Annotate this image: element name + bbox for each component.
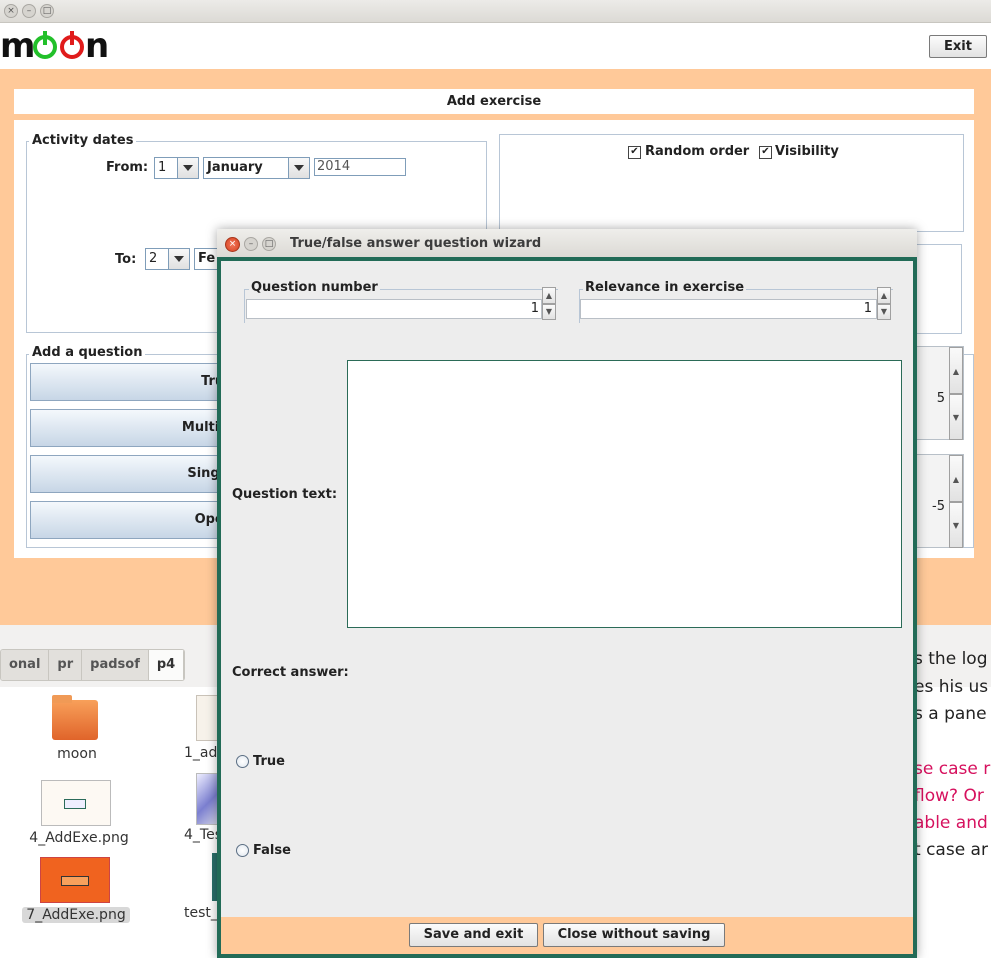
relevance-input[interactable]: 1	[580, 299, 877, 319]
file-item[interactable]: 1_ad	[180, 695, 220, 761]
minimize-icon[interactable]: –	[22, 4, 36, 18]
document-line: s the log	[914, 649, 988, 669]
random-order-checkbox[interactable]: ✔	[628, 146, 641, 159]
path-tab[interactable]: pr	[49, 650, 83, 680]
true-false-wizard-dialog: × – □ True/false answer question wizard …	[217, 229, 917, 958]
spinner-value: -5	[932, 499, 945, 514]
file-item[interactable]: 4_AddExe.png	[24, 780, 134, 846]
file-label: 7_AddExe.png	[22, 907, 130, 923]
close-without-saving-button[interactable]: Close without saving	[543, 923, 725, 947]
chevron-down-icon[interactable]	[177, 158, 198, 178]
to-month-value: Fe	[198, 251, 216, 266]
true-radio-label: True	[253, 754, 285, 769]
dialog-title: True/false answer question wizard	[290, 236, 542, 251]
visibility-label: Visibility	[775, 144, 839, 159]
spin-down-icon[interactable]: ▼	[542, 304, 556, 320]
image-thumbnail-icon	[41, 780, 111, 826]
chevron-down-icon[interactable]	[288, 158, 309, 178]
file-item[interactable]: 4_Tes	[180, 773, 220, 843]
from-month-value: January	[207, 160, 263, 175]
spin-down-icon[interactable]: ▼	[949, 394, 963, 440]
file-label: test_	[184, 905, 218, 921]
to-day-value: 2	[149, 251, 158, 266]
document-line: flow? Or	[914, 786, 984, 806]
file-item[interactable]: test_	[180, 853, 220, 921]
relevance-value: 1	[863, 301, 872, 316]
activity-dates-label: Activity dates	[29, 133, 137, 148]
close-icon[interactable]: ×	[4, 4, 18, 18]
single-choice-question-button[interactable]: Single	[30, 455, 240, 493]
moon-logo: m n moon	[0, 23, 120, 69]
question-number-label: Question number	[249, 280, 380, 295]
svg-text:m: m	[0, 26, 33, 66]
spin-up-icon[interactable]: ▲	[542, 287, 556, 304]
add-question-label: Add a question	[29, 345, 146, 360]
to-label: To:	[115, 252, 137, 267]
path-tab[interactable]: onal	[1, 650, 50, 680]
document-line: se case r	[914, 759, 991, 779]
file-label: 4_AddExe.png	[29, 830, 129, 846]
false-radio-label: False	[253, 843, 291, 858]
document-line: able and	[914, 813, 988, 833]
spin-up-icon[interactable]: ▲	[949, 455, 963, 502]
main-titlebar: × – □	[0, 0, 991, 23]
svg-text:n: n	[85, 26, 107, 66]
open-question-button[interactable]: Open	[30, 501, 240, 539]
add-exercise-title: Add exercise	[14, 89, 974, 114]
exit-button[interactable]: Exit	[929, 35, 987, 58]
dialog-body: Question number 1 ▲ ▼ Relevance in exerc…	[217, 257, 917, 958]
visibility-checkbox[interactable]: ✔	[759, 146, 772, 159]
save-and-exit-button[interactable]: Save and exit	[409, 923, 538, 947]
spin-up-icon[interactable]: ▲	[877, 287, 891, 304]
document-line: s a pane	[914, 704, 987, 724]
file-label: moon	[57, 746, 97, 762]
question-text-area[interactable]	[347, 360, 902, 628]
maximize-icon[interactable]: □	[40, 4, 54, 18]
from-label: From:	[106, 160, 149, 175]
document-line: t case ar	[914, 840, 988, 860]
from-day-select[interactable]: 1	[154, 157, 199, 179]
true-radio[interactable]	[236, 755, 249, 768]
multiple-choice-question-button[interactable]: Multipl	[30, 409, 240, 447]
relevance-label: Relevance in exercise	[583, 280, 747, 295]
dialog-titlebar: × – □ True/false answer question wizard	[217, 229, 917, 257]
maximize-icon[interactable]: □	[262, 237, 276, 251]
true-false-question-button[interactable]: True	[30, 363, 240, 401]
spin-down-icon[interactable]: ▼	[949, 502, 963, 548]
path-bar: onal pr padsof p4	[0, 649, 186, 681]
path-tab[interactable]: padsof	[82, 650, 149, 680]
file-label: 1_ad	[184, 745, 218, 761]
file-item[interactable]: moon	[42, 695, 112, 762]
app-header: m n moon Exit	[0, 23, 991, 69]
chevron-down-icon[interactable]	[168, 249, 189, 269]
file-item-selected[interactable]: 7_AddExe.png	[22, 857, 130, 923]
moon-logo-icon: m n	[0, 26, 109, 66]
close-icon[interactable]: ×	[225, 237, 240, 252]
correct-answer-label: Correct answer:	[232, 665, 349, 680]
question-text-label: Question text:	[232, 487, 338, 502]
penalty-spinner[interactable]: -5 ▲ ▼	[914, 454, 964, 548]
minimize-icon[interactable]: –	[244, 237, 258, 251]
spin-down-icon[interactable]: ▼	[877, 304, 891, 320]
random-order-label: Random order	[645, 144, 750, 159]
to-day-select[interactable]: 2	[145, 248, 190, 270]
folder-icon	[52, 695, 98, 740]
spinner-value: 5	[936, 391, 945, 406]
false-radio[interactable]	[236, 844, 249, 857]
score-spinner[interactable]: 5 ▲ ▼	[914, 346, 964, 440]
from-month-select[interactable]: January	[203, 157, 310, 179]
question-number-value: 1	[530, 301, 539, 316]
path-tab-active[interactable]: p4	[148, 650, 185, 680]
spin-up-icon[interactable]: ▲	[949, 347, 963, 394]
image-thumbnail-icon	[40, 857, 110, 903]
document-line: es his us	[914, 677, 989, 697]
dialog-button-bar: Save and exit Close without saving	[221, 917, 913, 954]
from-day-value: 1	[158, 160, 167, 175]
file-label: 4_Tes	[184, 827, 220, 843]
question-number-input[interactable]: 1	[246, 299, 542, 319]
from-year-input[interactable]: 2014	[314, 158, 406, 176]
